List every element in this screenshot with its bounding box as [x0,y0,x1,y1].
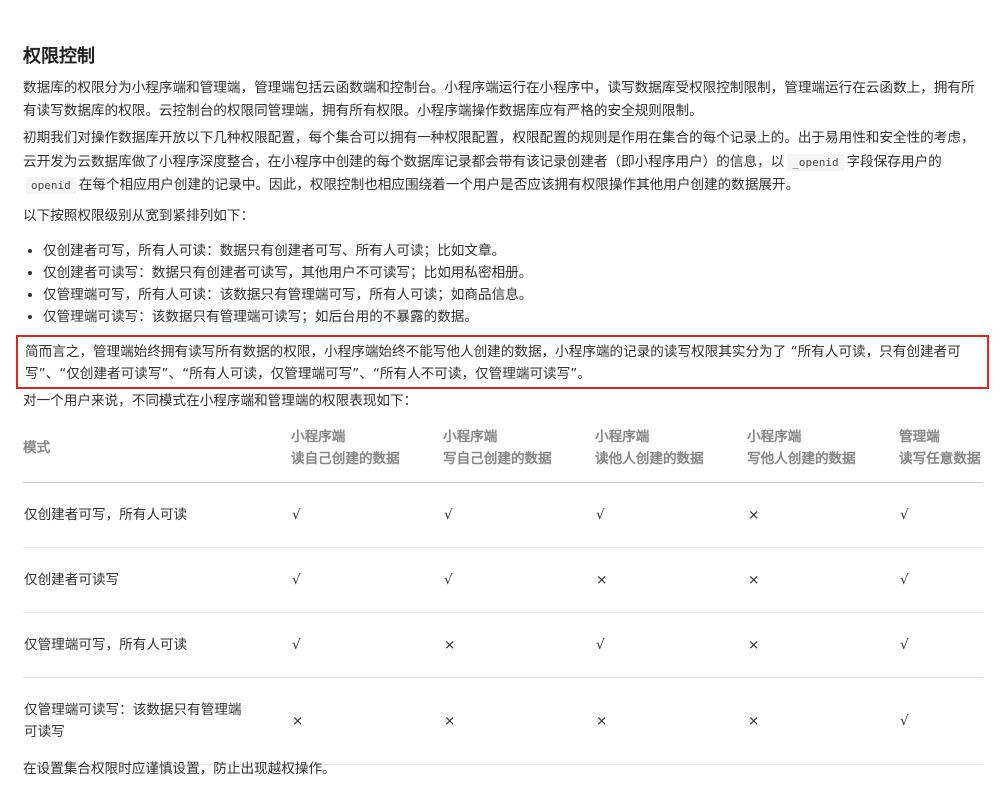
header-sublabel: 写他人创建的数据 [747,451,856,467]
list-intro: 以下按照权限级别从宽到紧排列如下： [23,208,255,224]
permission-cell: × [747,482,899,548]
header-col: 小程序端读自己创建的数据 [291,420,443,483]
header-col: 小程序端写他人创建的数据 [747,420,899,483]
mode-cell: 仅创建者可读写 [23,547,291,613]
intro-paragraph: 数据库的权限分为小程序端和管理端，管理端包括云函数端和控制台。小程序端运行在小程… [23,80,975,119]
permission-cell: √ [899,482,983,548]
permission-cell: √ [443,547,595,613]
table-row: 仅创建者可写，所有人可读 √ √ √ × √ [23,482,983,548]
header-label: 小程序端 [443,429,498,445]
mode-cell: 仅创建者可写，所有人可读 [23,482,291,548]
header-sublabel: 读写任意数据 [899,451,981,467]
list-item: 仅管理端可读写：该数据只有管理端可读写；如后台用的不暴露的数据。 [43,306,532,328]
permission-cell: × [443,677,595,765]
permission-cell: × [595,547,747,613]
header-sublabel: 读他人创建的数据 [595,451,704,467]
page-title: 权限控制 [23,46,95,67]
text: 在每个相应用户创建的记录中。因此，权限控制也相应围绕着一个用户是否应该拥有权限操… [78,177,800,193]
header-col: 管理端 读写任意数据 [899,420,983,483]
header-sublabel: 读自己创建的数据 [291,451,400,467]
permission-list: 仅创建者可写，所有人可读：数据只有创建者可写、所有人可读；比如文章。 仅创建者可… [23,240,532,328]
table-intro: 对一个用户来说，不同模式在小程序端和管理端的权限表现如下： [23,393,418,409]
permission-cell: √ [899,612,983,678]
permission-cell: × [291,677,443,765]
permission-table: 模式 小程序端读自己创建的数据 小程序端写自己创建的数据 小程序端读他人创建的数… [23,420,983,765]
table-row: 仅创建者可读写 √ √ × × √ [23,547,983,613]
permission-cell: √ [595,482,747,548]
code-openid-field: _openid [787,153,844,171]
header-label: 小程序端 [747,429,802,445]
table-row: 仅管理端可读写：该数据只有管理端可读写 × × × × √ [23,677,983,765]
table-header-row: 模式 小程序端读自己创建的数据 小程序端写自己创建的数据 小程序端读他人创建的数… [23,420,983,483]
permission-cell: × [443,612,595,678]
list-item: 仅管理端可写，所有人可读：该数据只有管理端可写，所有人可读；如商品信息。 [43,284,532,306]
permission-cell: √ [291,482,443,548]
header-mode: 模式 [23,420,291,483]
permission-config-paragraph: 初期我们对操作数据库开放以下几种权限配置，每个集合可以拥有一种权限配置，权限配置… [23,127,983,198]
header-label: 模式 [23,440,51,456]
table-row: 仅管理端可写，所有人可读 √ × √ × √ [23,612,983,678]
header-sublabel: 写自己创建的数据 [443,451,552,467]
text: 字段保存用户的 [846,153,942,170]
permission-cell: √ [595,612,747,678]
permission-cell: × [595,677,747,765]
mode-cell: 仅管理端可读写：该数据只有管理端可读写 [23,677,291,765]
header-col: 小程序端写自己创建的数据 [443,420,595,483]
mode-cell: 仅管理端可写，所有人可读 [23,612,291,678]
permission-cell: √ [443,482,595,548]
permission-cell: √ [899,547,983,613]
permission-cell: × [747,612,899,678]
permission-cell: √ [291,547,443,613]
permission-cell: √ [291,612,443,678]
highlight-text: 简而言之，管理端始终拥有读写所有数据的权限，小程序端始终不能写他人创建的数据，小… [25,344,961,382]
permission-cell: √ [899,677,983,765]
header-label: 小程序端 [595,429,650,445]
list-item: 仅创建者可读写：数据只有创建者可读写，其他用户不可读写；比如用私密相册。 [43,262,532,284]
code-openid: openid [26,177,76,194]
permission-cell: × [747,677,899,765]
highlight-box: 简而言之，管理端始终拥有读写所有数据的权限，小程序端始终不能写他人创建的数据，小… [16,335,989,389]
header-label: 管理端 [899,429,940,445]
header-label: 小程序端 [291,429,346,445]
list-item: 仅创建者可写，所有人可读：数据只有创建者可写、所有人可读；比如文章。 [43,240,532,262]
permission-cell: × [747,547,899,613]
footer-note: 在设置集合权限时应谨慎设置，防止出现越权操作。 [23,761,336,777]
header-col: 小程序端读他人创建的数据 [595,420,747,483]
